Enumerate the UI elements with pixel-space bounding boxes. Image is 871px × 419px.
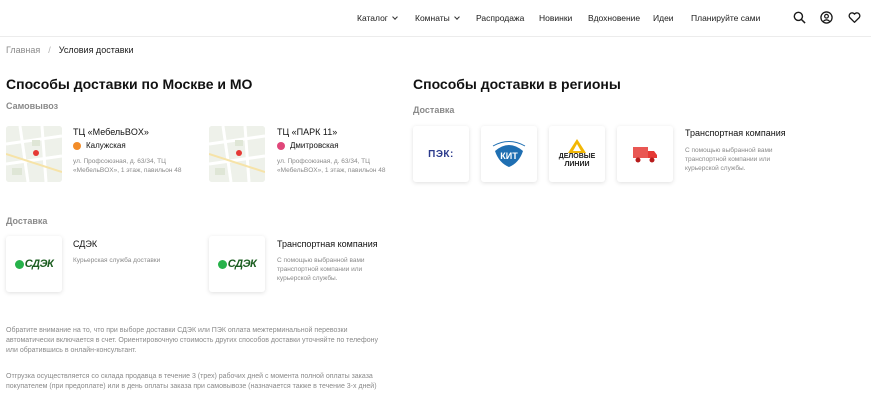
chevron-down-icon bbox=[453, 13, 460, 20]
transport-company-name: Транспортная компания bbox=[685, 128, 786, 138]
metro-station: Калужская bbox=[73, 141, 126, 150]
search-icon[interactable] bbox=[793, 11, 806, 24]
metro-line-dot bbox=[277, 141, 285, 150]
transport-truck-icon bbox=[617, 126, 673, 182]
cdek-logo: СДЭК bbox=[209, 236, 265, 292]
moscow-delivery-title: Способы доставки по Москве и МО bbox=[6, 76, 253, 92]
pickup-address: ул. Профсоюзная, д. 63/34, ТЦ «МебельBOX… bbox=[73, 158, 182, 174]
delivery-option-description: Курьерская служба доставки bbox=[73, 257, 161, 264]
cdek-logo: СДЭК bbox=[6, 236, 62, 292]
site-header: Каталог Комнаты Распродажа Новинки Вдохн… bbox=[0, 0, 871, 37]
metro-line-dot bbox=[73, 141, 81, 150]
delovye-linii-logo: ДЕЛОВЫЕ ЛИНИИ bbox=[549, 126, 605, 182]
chevron-down-icon bbox=[392, 13, 398, 20]
nav-item-plan-yourself[interactable]: Планируйте сами bbox=[691, 13, 760, 23]
pickup-map-thumbnail[interactable] bbox=[209, 126, 265, 182]
regions-delivery-title: Способы доставки в регионы bbox=[413, 76, 621, 92]
transport-company-description: С помощью выбранной вами транспортной ко… bbox=[685, 147, 773, 172]
delivery-option-name: СДЭК bbox=[73, 239, 98, 249]
pickup-address: ул. Профсоюзная, д. 63/34, ТЦ «МебельBOX… bbox=[277, 158, 386, 174]
breadcrumb-separator: / bbox=[48, 45, 51, 55]
svg-text:КИТ: КИТ bbox=[500, 151, 518, 161]
regions-delivery-label: Доставка bbox=[413, 105, 455, 115]
pickup-point-name: ТЦ «ПАРК 11» bbox=[277, 127, 338, 137]
pickup-map-thumbnail[interactable] bbox=[6, 126, 62, 182]
breadcrumb-home-link[interactable]: Главная bbox=[6, 45, 40, 55]
pickup-point-name: ТЦ «МебельBOX» bbox=[73, 127, 149, 137]
breadcrumb: Главная / Условия доставки bbox=[6, 45, 133, 55]
nav-item-inspiration[interactable]: Вдохновение bbox=[588, 13, 640, 23]
nav-item-new[interactable]: Новинки bbox=[539, 13, 572, 23]
breadcrumb-current: Условия доставки bbox=[58, 45, 134, 55]
metro-station: Дмитровская bbox=[277, 141, 339, 150]
delivery-note: Обратите внимание на то, что при выборе … bbox=[6, 327, 378, 354]
kit-logo: КИТ bbox=[481, 126, 537, 182]
pek-logo: ПЭК: bbox=[413, 126, 469, 182]
account-icon[interactable] bbox=[820, 11, 833, 24]
favorites-heart-icon[interactable] bbox=[848, 11, 861, 24]
nav-item-catalog[interactable]: Каталог bbox=[357, 13, 398, 23]
nav-item-ideas[interactable]: Идеи bbox=[653, 13, 674, 23]
pickup-label: Самовывоз bbox=[6, 101, 59, 111]
delivery-option-description: С помощью выбранной вами транспортной ко… bbox=[277, 257, 365, 282]
nav-item-sale[interactable]: Распродажа bbox=[476, 13, 524, 23]
shipping-note: Отгрузка осуществляется со склада продав… bbox=[6, 373, 377, 390]
delivery-option-name: Транспортная компания bbox=[277, 239, 378, 249]
nav-item-rooms[interactable]: Комнаты bbox=[415, 13, 460, 23]
delivery-label: Доставка bbox=[6, 216, 48, 226]
